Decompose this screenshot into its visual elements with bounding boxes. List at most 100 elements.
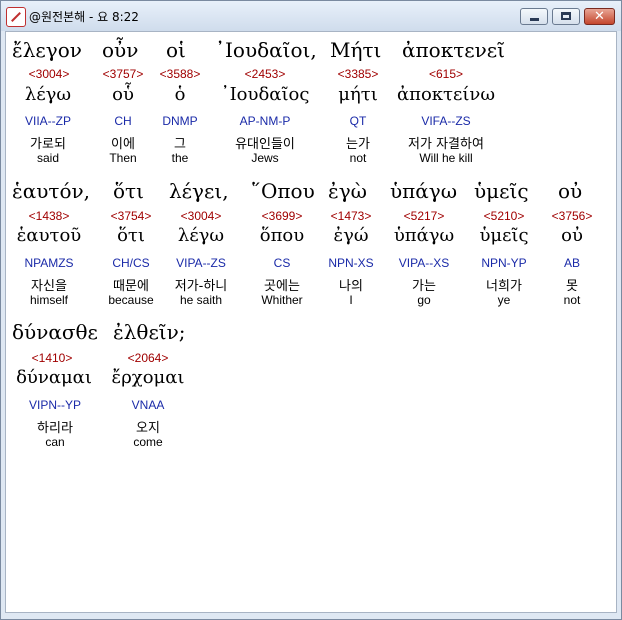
korean-gloss: 가는 <box>412 279 436 294</box>
parsing-code[interactable]: VIFA--ZS <box>406 114 486 128</box>
parsing-code[interactable]: NPAMZS <box>19 256 79 270</box>
greek-text: οὐ <box>558 179 583 203</box>
window-title: @원전본해 - 요 8:22 <box>29 10 139 24</box>
parsing-code[interactable]: VIIA--ZP <box>18 114 78 128</box>
strong-number[interactable]: <3588> <box>155 67 205 81</box>
parsing-code[interactable]: QT <box>333 114 383 128</box>
lemma: ὑπάγω <box>393 225 455 246</box>
lemma: ὅτι <box>117 225 145 246</box>
english-gloss: ye <box>497 293 511 307</box>
greek-text: Μήτι <box>330 38 382 62</box>
close-button[interactable]: ✕ <box>584 8 615 25</box>
strong-number[interactable]: <1410> <box>24 351 80 365</box>
parsing-code[interactable]: VNAA <box>118 398 178 412</box>
korean-gloss: 저가 자결하여 <box>408 137 484 152</box>
english-gloss: he saith <box>179 293 223 307</box>
korean-gloss: 하리라 <box>37 421 73 436</box>
lemma: οὗ <box>112 84 134 105</box>
lemma: ἐγώ <box>333 225 369 246</box>
greek-text: ἀποκτενεῖ <box>402 38 505 62</box>
english-gloss: go <box>417 293 431 307</box>
strong-number[interactable]: <3756> <box>544 209 600 223</box>
korean-gloss: 는가 <box>346 137 370 152</box>
korean-gloss: 못 <box>566 279 578 294</box>
english-gloss: himself <box>29 293 68 307</box>
english-gloss: Jews <box>251 151 279 165</box>
lemma: ἑαυτοῦ <box>16 225 82 246</box>
english-gloss: Whither <box>261 293 303 307</box>
app-window: @원전본해 - 요 8:22 ✕ ἔλεγον <3004> λέγω VIIA… <box>0 0 622 620</box>
parsing-code[interactable]: DNMP <box>155 114 205 128</box>
korean-gloss: 이에 <box>111 137 135 152</box>
close-icon: ✕ <box>594 9 605 24</box>
parsing-code[interactable]: NPN-XS <box>318 256 384 270</box>
greek-text: ἑαυτόν, <box>12 179 91 203</box>
greek-text: ὅτι <box>113 179 144 203</box>
korean-gloss: 너희가 <box>486 279 522 294</box>
english-gloss: not <box>349 151 367 165</box>
korean-gloss: 때문에 <box>113 279 149 294</box>
english-gloss: Then <box>109 151 137 165</box>
strong-number[interactable]: <1438> <box>24 209 74 223</box>
strong-number[interactable]: <3699> <box>254 209 310 223</box>
minimize-button[interactable] <box>520 8 548 25</box>
parsing-code[interactable]: AB <box>544 256 600 270</box>
lemma: μήτι <box>338 84 378 105</box>
parsing-code[interactable]: CS <box>254 256 310 270</box>
greek-text: λέγει, <box>169 179 229 203</box>
korean-gloss: 자신을 <box>31 279 67 294</box>
greek-text: ἐγὼ <box>328 179 367 203</box>
strong-number[interactable]: <2064> <box>118 351 178 365</box>
lemma: λέγω <box>24 84 72 105</box>
strong-number[interactable]: <5217> <box>396 209 452 223</box>
parsing-code[interactable]: NPN-YP <box>469 256 539 270</box>
maximize-icon <box>561 12 571 20</box>
parsing-code[interactable]: VIPA--ZS <box>171 256 231 270</box>
english-gloss: Will he kill <box>419 151 473 165</box>
greek-text: ἔλεγον <box>12 38 82 62</box>
greek-text: ἐλθεῖν; <box>113 320 186 344</box>
lemma: ἔρχομαι <box>111 367 185 388</box>
korean-gloss: 오지 <box>136 421 160 436</box>
korean-gloss: 나의 <box>339 279 363 294</box>
greek-text: ῞Οπου <box>251 179 315 203</box>
parsing-code[interactable]: VIPA--XS <box>389 256 459 270</box>
greek-text: οὖν <box>102 38 139 62</box>
strong-number[interactable]: <2453> <box>225 67 305 81</box>
strong-number[interactable]: <5210> <box>476 209 532 223</box>
korean-gloss: 곳에는 <box>264 279 300 294</box>
lemma: λέγω <box>177 225 225 246</box>
lemma: δύναμαι <box>16 367 92 388</box>
lemma: ὑμεῖς <box>479 225 529 246</box>
greek-text: ὑπάγω <box>390 179 458 203</box>
lemma: οὐ <box>561 225 583 246</box>
korean-gloss: 유대인들이 <box>235 137 295 152</box>
strong-number[interactable]: <3004> <box>171 209 231 223</box>
lemma: ᾿Ιουδαῖος <box>220 84 310 105</box>
strong-number[interactable]: <3004> <box>24 67 74 81</box>
parsing-code[interactable]: CH/CS <box>103 256 159 270</box>
app-icon[interactable] <box>6 7 26 27</box>
parsing-code[interactable]: AP-NM-P <box>225 114 305 128</box>
minimize-icon <box>530 18 539 21</box>
greek-text: οἱ <box>166 38 186 62</box>
title-bar[interactable]: @원전본해 - 요 8:22 ✕ <box>1 1 621 31</box>
strong-number[interactable]: <3757> <box>98 67 148 81</box>
english-gloss: I <box>349 293 353 307</box>
lemma: ὁ <box>174 84 186 105</box>
interlinear-panel: ἔλεγον <3004> λέγω VIIA--ZP 가로되 said οὖν… <box>5 31 617 613</box>
strong-number[interactable]: <3385> <box>333 67 383 81</box>
strong-number[interactable]: <615> <box>416 67 476 81</box>
greek-text: ὑμεῖς <box>474 179 529 203</box>
english-gloss: the <box>171 151 189 165</box>
strong-number[interactable]: <1473> <box>323 209 379 223</box>
english-gloss: come <box>133 435 163 449</box>
parsing-code[interactable]: VIPN--YP <box>20 398 90 412</box>
english-gloss: said <box>36 151 59 165</box>
parsing-code[interactable]: CH <box>98 114 148 128</box>
lemma: ὅπου <box>259 225 305 246</box>
maximize-button[interactable] <box>552 8 580 25</box>
korean-gloss: 가로되 <box>30 137 66 152</box>
lemma: ἀποκτείνω <box>396 84 496 105</box>
strong-number[interactable]: <3754> <box>103 209 159 223</box>
